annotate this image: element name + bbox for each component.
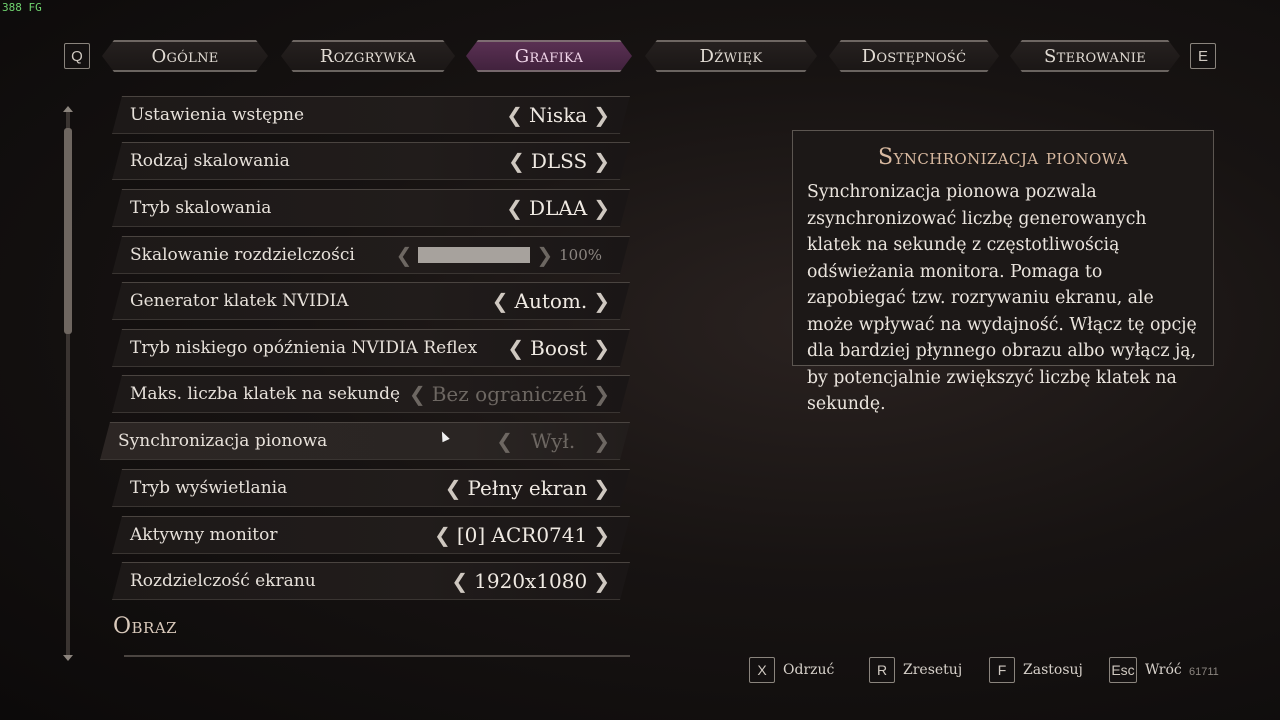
setting-value: Boost	[530, 336, 588, 360]
chevron-left-icon[interactable]: ❮	[506, 103, 523, 127]
setting-row-preset[interactable]: Ustawienia wstępne ❮ Niska ❯	[112, 96, 630, 134]
chevron-left-icon[interactable]: ❮	[492, 289, 509, 313]
setting-label: Ustawienia wstępne	[130, 105, 305, 125]
chevron-left-icon[interactable]: ❮	[506, 196, 523, 220]
setting-label: Rozdzielczość ekranu	[130, 571, 316, 591]
setting-value: 1920x1080	[474, 569, 588, 593]
description-panel: Synchronizacja pionowa Synchronizacja pi…	[792, 130, 1214, 414]
back-hint[interactable]: Esc Wróć	[1109, 657, 1182, 683]
hint-label: Zresetuj	[903, 662, 963, 678]
chevron-left-icon[interactable]: ❮	[496, 429, 513, 453]
tab-grafika[interactable]: Grafika	[466, 40, 632, 72]
setting-value: DLSS	[530, 149, 588, 173]
setting-label: Tryb niskiego opóźnienia NVIDIA Reflex	[130, 338, 478, 358]
setting-row-display-mode[interactable]: Tryb wyświetlania ❮ Pełny ekran ❯	[112, 469, 630, 507]
chevron-right-icon[interactable]: ❯	[593, 476, 610, 500]
reset-hint[interactable]: R Zresetuj	[869, 657, 962, 683]
setting-value: Autom.	[514, 289, 588, 313]
setting-row-scaling-type[interactable]: Rodzaj skalowania ❮ DLSS ❯	[112, 142, 630, 180]
setting-label: Rodzaj skalowania	[130, 151, 290, 171]
setting-label: Skalowanie rozdzielczości	[130, 245, 355, 265]
setting-value: DLAA	[529, 196, 588, 220]
resolution-scale-slider[interactable]	[418, 247, 530, 263]
scroll-down-icon[interactable]	[63, 655, 73, 661]
chevron-left-icon[interactable]: ❮	[451, 569, 468, 593]
setting-row-frame-generator[interactable]: Generator klatek NVIDIA ❮ Autom. ❯	[112, 282, 630, 320]
setting-row-active-monitor[interactable]: Aktywny monitor ❮ [0] ACR0741 ❯	[112, 516, 630, 554]
key-esc: Esc	[1109, 657, 1137, 683]
apply-hint[interactable]: F Zastosuj	[989, 657, 1083, 683]
chevron-left-icon[interactable]: ❮	[508, 149, 525, 173]
tab-label: Dźwięk	[699, 45, 763, 67]
divider	[124, 655, 630, 657]
tab-dzwiek[interactable]: Dźwięk	[645, 40, 817, 72]
chevron-right-icon[interactable]: ❯	[593, 429, 610, 453]
scrollbar-thumb[interactable]	[64, 128, 72, 334]
setting-row-resolution-scale[interactable]: Skalowanie rozdzielczości ❮ ❯ 100%	[112, 236, 630, 274]
next-tab-key[interactable]: E	[1190, 43, 1216, 69]
setting-row-vsync[interactable]: Synchronizacja pionowa ❮ Wył. ❯	[100, 422, 630, 460]
setting-label: Aktywny monitor	[130, 525, 278, 545]
chevron-right-icon[interactable]: ❯	[536, 243, 553, 267]
setting-row-resolution[interactable]: Rozdzielczość ekranu ❮ 1920x1080 ❯	[112, 562, 630, 600]
tab-sterowanie[interactable]: Sterowanie	[1010, 40, 1180, 72]
section-heading-obraz: Obraz	[113, 614, 178, 639]
chevron-left-icon[interactable]: ❮	[445, 476, 462, 500]
chevron-right-icon[interactable]: ❯	[593, 103, 610, 127]
tab-label: Rozgrywka	[319, 45, 417, 67]
tab-label: Grafika	[514, 45, 584, 67]
chevron-right-icon[interactable]: ❯	[593, 149, 610, 173]
setting-value: Wył.	[530, 429, 576, 453]
description-title: Synchronizacja pionowa	[878, 145, 1128, 170]
setting-value: Pełny ekran	[467, 476, 588, 500]
chevron-left-icon[interactable]: ❮	[434, 523, 451, 547]
build-number: 61711	[1189, 666, 1219, 678]
key-r: R	[869, 657, 895, 683]
discard-hint[interactable]: X Odrzuć	[749, 657, 834, 683]
hint-label: Wróć	[1145, 662, 1182, 678]
setting-label: Generator klatek NVIDIA	[130, 291, 349, 311]
description-text: Synchronizacja pionowa pozwala zsynchron…	[807, 182, 1197, 414]
chevron-right-icon[interactable]: ❯	[593, 382, 610, 406]
setting-value: [0] ACR0741	[456, 523, 588, 547]
chevron-left-icon[interactable]: ❮	[396, 243, 413, 267]
slider-value: 100%	[559, 246, 602, 264]
chevron-right-icon[interactable]: ❯	[593, 289, 610, 313]
tab-label: Sterowanie	[1043, 45, 1147, 67]
setting-label: Maks. liczba klatek na sekundę	[130, 384, 401, 404]
hint-label: Zastosuj	[1023, 662, 1083, 678]
tab-label: Dostępność	[861, 45, 967, 67]
tab-ogolne[interactable]: Ogólne	[102, 40, 268, 72]
tab-dostepnosc[interactable]: Dostępność	[829, 40, 999, 72]
chevron-right-icon[interactable]: ❯	[593, 569, 610, 593]
tab-label: Ogólne	[151, 45, 219, 67]
setting-value: Niska	[529, 103, 588, 127]
setting-label: Tryb skalowania	[130, 198, 272, 218]
tab-rozgrywka[interactable]: Rozgrywka	[281, 40, 455, 72]
chevron-left-icon[interactable]: ❮	[507, 336, 524, 360]
setting-row-max-fps[interactable]: Maks. liczba klatek na sekundę ❮ Bez ogr…	[112, 375, 630, 413]
setting-label: Synchronizacja pionowa	[118, 431, 328, 451]
key-x: X	[749, 657, 775, 683]
chevron-right-icon[interactable]: ❯	[593, 336, 610, 360]
key-f: F	[989, 657, 1015, 683]
hint-label: Odrzuć	[783, 662, 835, 678]
setting-row-reflex[interactable]: Tryb niskiego opóźnienia NVIDIA Reflex ❮…	[112, 329, 630, 367]
fps-counter: 388 FG	[2, 1, 42, 14]
chevron-left-icon[interactable]: ❮	[409, 382, 426, 406]
chevron-right-icon[interactable]: ❯	[593, 196, 610, 220]
setting-row-scaling-mode[interactable]: Tryb skalowania ❮ DLAA ❯	[112, 189, 630, 227]
chevron-right-icon[interactable]: ❯	[593, 523, 610, 547]
scroll-up-icon[interactable]	[63, 106, 73, 112]
setting-label: Tryb wyświetlania	[130, 478, 288, 498]
prev-tab-key[interactable]: Q	[64, 43, 90, 69]
setting-value: Bez ograniczeń	[431, 382, 588, 406]
